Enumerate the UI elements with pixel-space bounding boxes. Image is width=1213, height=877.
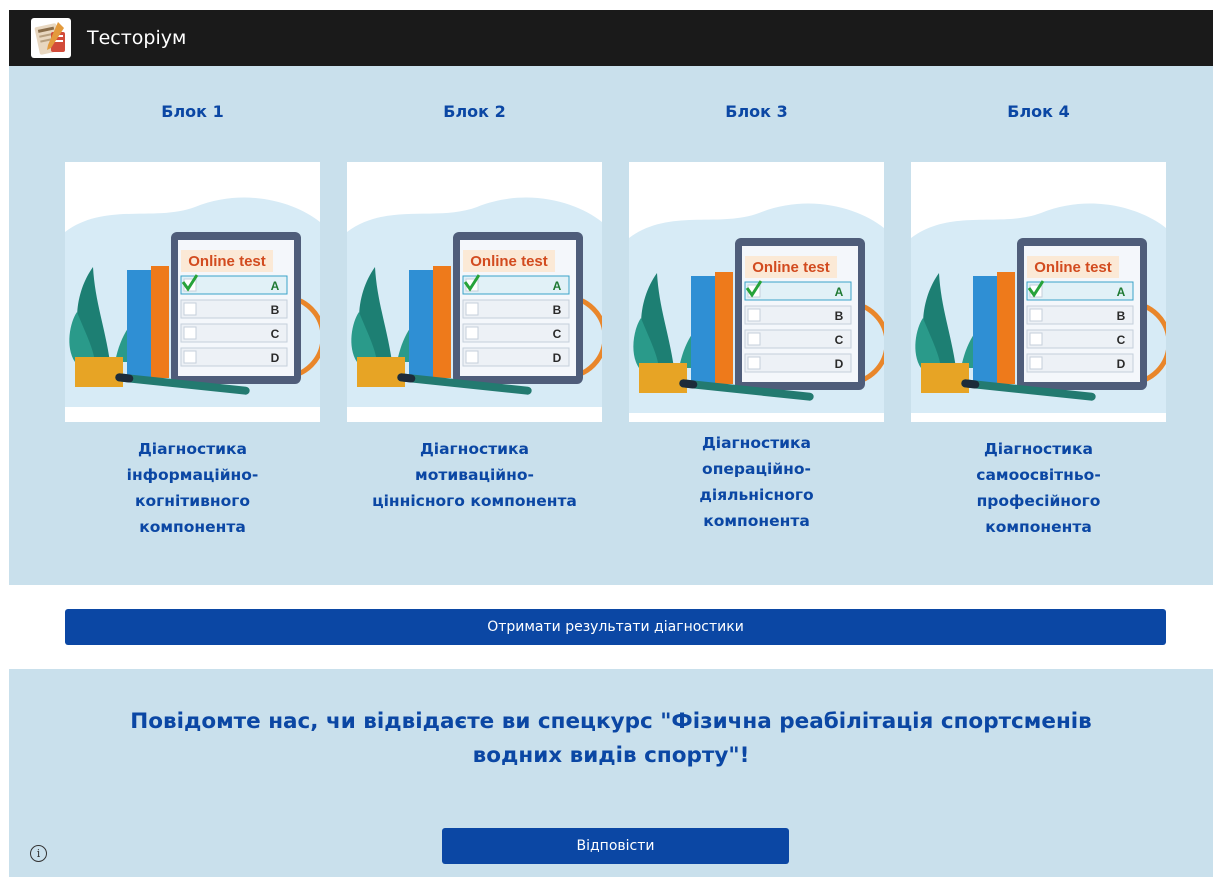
book [409, 270, 433, 378]
book [433, 266, 451, 378]
block-1-image[interactable]: Online test A B C D [65, 162, 320, 422]
option-letter: C [553, 327, 562, 341]
option-letter: B [271, 303, 280, 317]
option-checkbox [1029, 332, 1043, 346]
option-checkbox [1029, 356, 1043, 370]
block-caption[interactable]: Діагностика мотиваційно- ціннісного комп… [347, 436, 602, 514]
option-letter: D [553, 351, 562, 365]
block-heading: Блок 3 [725, 102, 788, 121]
block-caption[interactable]: Діагностика інформаційно- когнітивного к… [65, 436, 320, 540]
option-checkbox [747, 356, 761, 370]
app-title[interactable]: Тесторіум [87, 27, 186, 49]
get-results-button[interactable]: Отримати результати діагностики [65, 609, 1166, 645]
blocks-section: Блок 1 Online test A B C D Діагностика інфор… [9, 66, 1213, 585]
option-checkbox [183, 302, 197, 316]
option-checkbox [183, 326, 197, 340]
online-test-label: Online test [752, 259, 830, 276]
plant-pot [357, 357, 405, 387]
plant-pot [75, 357, 123, 387]
option-letter: A [553, 279, 562, 293]
info-icon[interactable]: i [30, 845, 47, 862]
top-navbar: Тесторіум [9, 10, 1213, 66]
option-checkbox [1029, 308, 1043, 322]
book [151, 266, 169, 378]
option-letter: C [1117, 333, 1126, 347]
option-letter: A [1117, 285, 1126, 299]
option-checkbox [747, 308, 761, 322]
block-heading: Блок 1 [161, 102, 224, 121]
option-letter: D [1117, 357, 1126, 371]
block-heading: Блок 2 [443, 102, 506, 121]
block-caption[interactable]: Діагностика самоосвітньо- професійного к… [911, 436, 1166, 540]
book [973, 276, 997, 384]
block-caption[interactable]: Діагностика операційно- діяльнісного ком… [629, 430, 884, 534]
block-2-image[interactable]: Online test A B C D [347, 162, 602, 422]
option-checkbox [465, 326, 479, 340]
plant-pot [921, 363, 969, 393]
book [715, 272, 733, 384]
option-letter: D [835, 357, 844, 371]
block-4-image[interactable]: Online test A B C D [911, 162, 1166, 422]
answer-button[interactable]: Відповісти [442, 828, 789, 864]
option-checkbox [183, 350, 197, 364]
block-heading: Блок 4 [1007, 102, 1070, 121]
option-checkbox [465, 350, 479, 364]
online-test-label: Online test [1034, 259, 1112, 276]
book [997, 272, 1015, 384]
option-letter: B [1117, 309, 1126, 323]
option-letter: C [835, 333, 844, 347]
option-checkbox [747, 332, 761, 346]
option-letter: C [271, 327, 280, 341]
option-letter: B [553, 303, 562, 317]
online-test-label: Online test [470, 253, 548, 270]
option-letter: A [835, 285, 844, 299]
test-clipboard-logo-icon[interactable] [31, 18, 71, 58]
online-test-label: Online test [188, 253, 266, 270]
survey-question: Повідомте нас, чи відвідаєте ви спецкурс… [130, 709, 1092, 768]
option-checkbox [465, 302, 479, 316]
option-letter: B [835, 309, 844, 323]
survey-section: Повідомте нас, чи відвідаєте ви спецкурс… [9, 669, 1213, 877]
block-3-image[interactable]: Online test A B C D [629, 162, 884, 422]
book [127, 270, 151, 378]
plant-pot [639, 363, 687, 393]
book [691, 276, 715, 384]
option-letter: D [271, 351, 280, 365]
option-letter: A [271, 279, 280, 293]
